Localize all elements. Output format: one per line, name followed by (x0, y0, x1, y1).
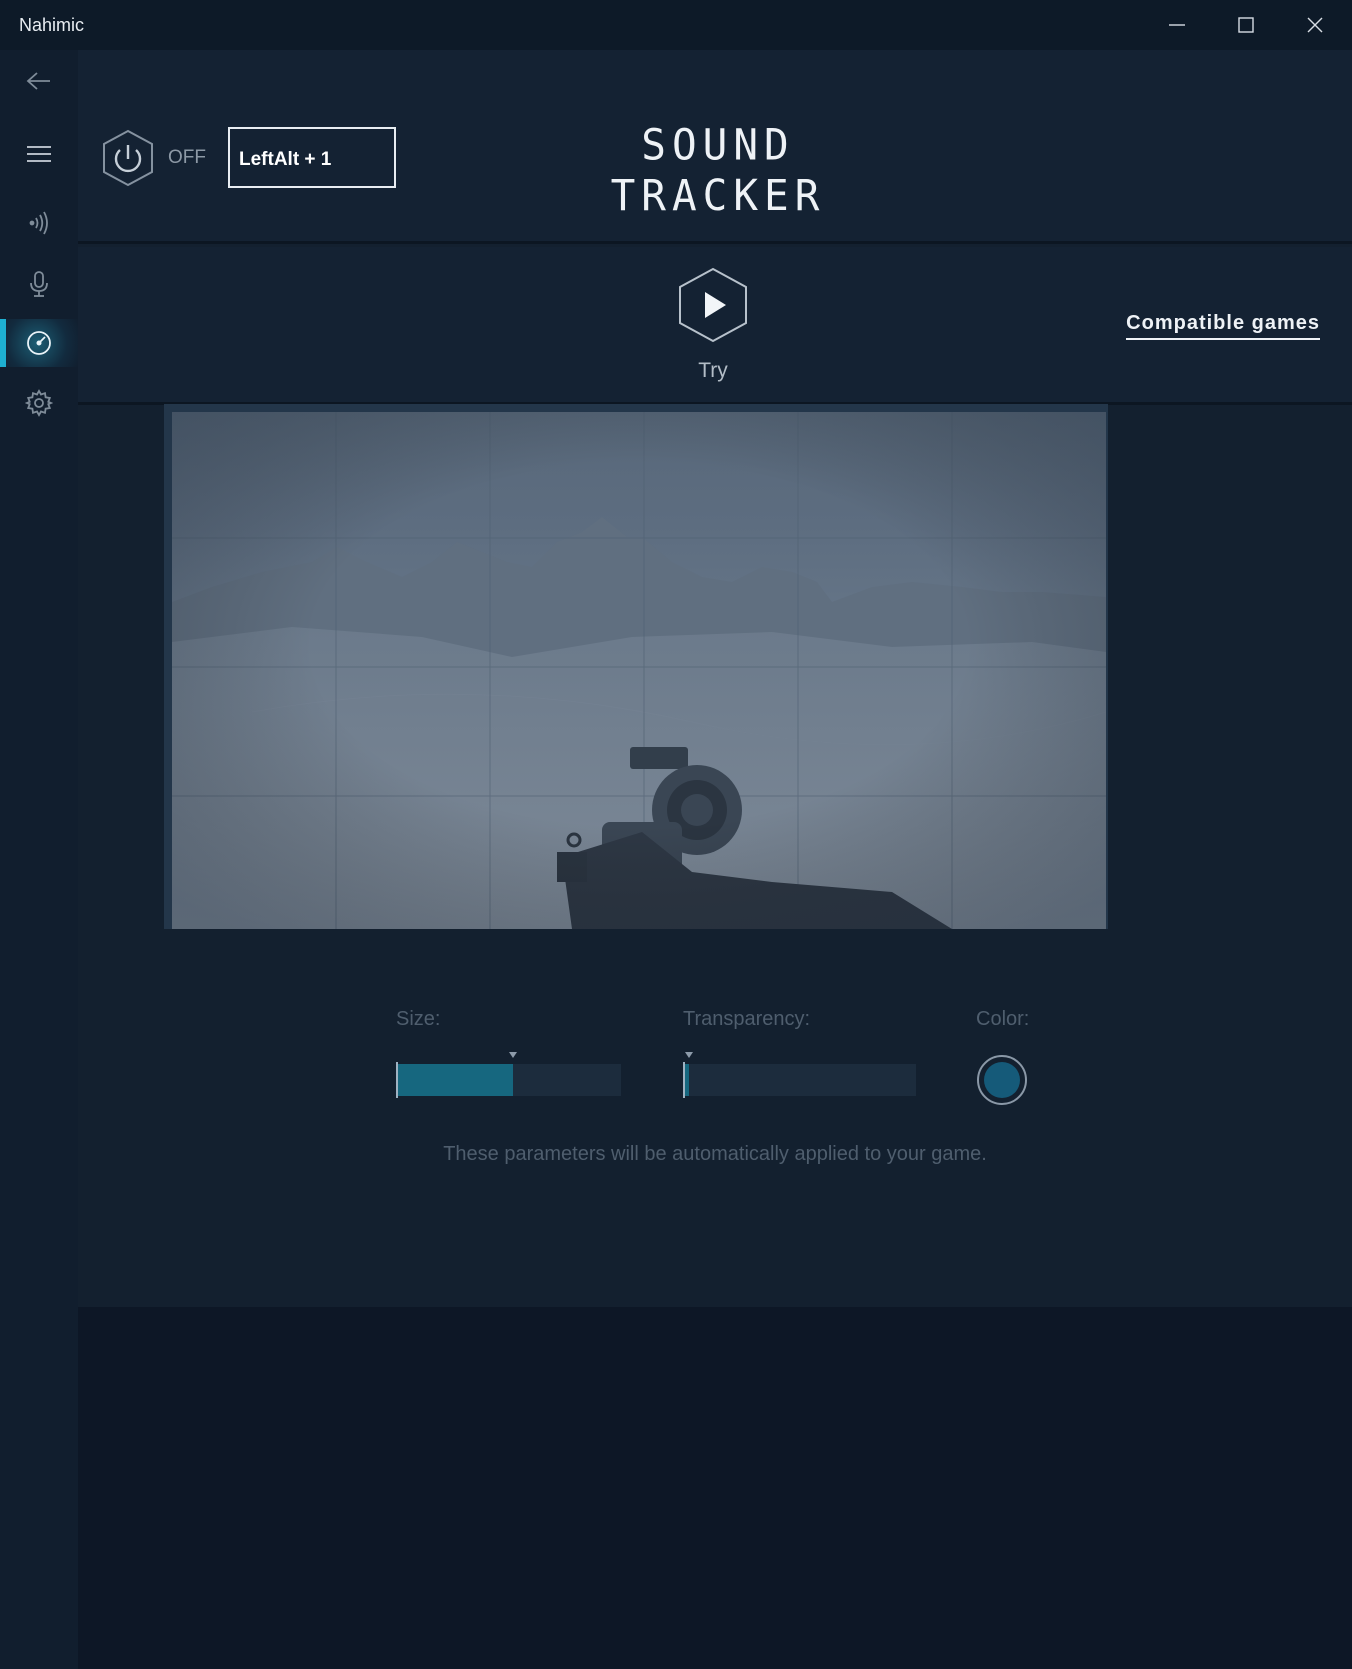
try-panel: Try Compatible games (78, 247, 1352, 405)
transparency-slider-start (683, 1062, 685, 1098)
play-icon (679, 267, 747, 343)
page-title: SOUND TRACKER (610, 119, 826, 221)
try-label: Try (698, 359, 728, 382)
minimize-icon (1169, 24, 1185, 26)
size-slider[interactable] (396, 1052, 621, 1098)
sound-waves-icon (29, 211, 48, 235)
size-slider-fill (396, 1064, 513, 1096)
sidebar-item-microphone[interactable] (0, 260, 78, 308)
microphone-icon (30, 271, 48, 297)
power-toggle-button[interactable] (100, 128, 156, 188)
game-preview-image (172, 412, 1106, 929)
power-state-label: OFF (168, 147, 206, 168)
back-button[interactable] (0, 57, 78, 105)
sidebar-item-audio[interactable] (0, 199, 78, 247)
color-swatch (984, 1062, 1020, 1098)
sidebar (0, 50, 78, 1669)
color-label: Color: (976, 1008, 1030, 1030)
close-button[interactable] (1281, 0, 1349, 50)
transparency-slider-thumb[interactable] (685, 1052, 693, 1058)
window-title: Nahimic (19, 15, 85, 35)
transparency-label: Transparency: (683, 1008, 811, 1030)
color-picker-button[interactable] (977, 1055, 1027, 1105)
parameters-hint: These parameters will be automatically a… (443, 1143, 987, 1165)
minimize-button[interactable] (1143, 0, 1211, 50)
sound-tracker-icon (27, 331, 51, 355)
menu-button[interactable] (0, 130, 78, 178)
sidebar-item-settings[interactable] (0, 379, 78, 427)
size-label: Size: (396, 1008, 441, 1030)
hamburger-menu-icon (27, 146, 51, 162)
close-icon (1307, 17, 1323, 33)
header-panel: OFF LeftAlt + 1 SOUND TRACKER (78, 50, 1352, 244)
maximize-icon (1238, 17, 1254, 33)
game-scene-illustration (172, 412, 1106, 929)
back-arrow-icon (26, 72, 50, 90)
compatible-games-link[interactable]: Compatible games (1126, 312, 1320, 340)
maximize-button[interactable] (1212, 0, 1280, 50)
try-button[interactable] (678, 267, 748, 343)
transparency-slider[interactable] (683, 1052, 916, 1098)
size-slider-start (396, 1062, 398, 1098)
sidebar-item-sound-tracker[interactable] (0, 319, 78, 367)
power-icon (103, 129, 153, 187)
shortcut-field[interactable]: LeftAlt + 1 (228, 127, 396, 188)
size-slider-thumb[interactable] (509, 1052, 517, 1058)
title-bar: Nahimic (0, 0, 1352, 50)
gear-icon (25, 389, 53, 417)
